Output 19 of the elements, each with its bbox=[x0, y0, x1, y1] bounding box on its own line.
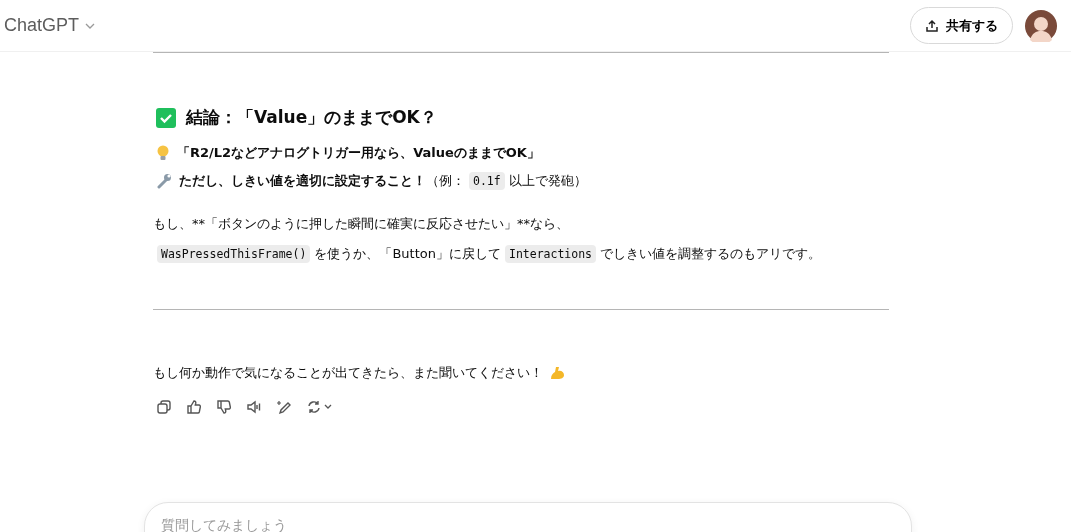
thumbs-up-icon[interactable] bbox=[186, 399, 202, 415]
checkmark-icon bbox=[156, 107, 176, 128]
copy-icon[interactable] bbox=[156, 399, 172, 415]
avatar-icon[interactable] bbox=[1025, 9, 1057, 42]
upload-icon bbox=[925, 18, 939, 33]
regenerate-icon[interactable] bbox=[306, 399, 334, 415]
list-text: 「R2/L2などアナログトリガー用なら、ValueのままでOK」 bbox=[177, 144, 540, 162]
share-button[interactable]: 共有する bbox=[910, 7, 1013, 44]
paragraph: もし、**「ボタンのように押した瞬間に確実に反応させたい」**なら、 WasPressedThisFrame() を使うか、「Button」に戻して Interactions でしきい値を調整するのもアリです。 bbox=[153, 215, 823, 265]
section-heading: 結論：「Value」のままでOK？ bbox=[186, 106, 437, 129]
thumbs-down-icon[interactable] bbox=[216, 399, 232, 415]
message-input[interactable]: 質問してみましょう bbox=[144, 502, 912, 532]
lightbulb-icon bbox=[156, 145, 170, 161]
speaker-icon[interactable] bbox=[246, 399, 262, 415]
model-selector[interactable]: ChatGPT bbox=[4, 15, 97, 36]
wrench-icon bbox=[156, 173, 172, 189]
list-text: ただし、しきい値を適切に設定すること！（例： 0.1f 以上で発砲） bbox=[179, 172, 587, 190]
pencil-sparkle-icon[interactable] bbox=[276, 399, 292, 415]
closing-text: もし何か動作で気になることが出てきたら、また聞いてください！ bbox=[153, 364, 543, 382]
